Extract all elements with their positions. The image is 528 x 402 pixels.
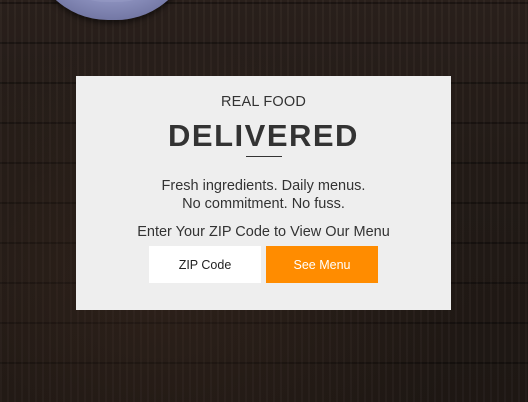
hero-card: REAL FOOD DELIVERED Fresh ingredients. D… [76, 76, 451, 310]
zip-form: See Menu [149, 246, 378, 283]
headline: DELIVERED [168, 118, 359, 153]
headline-divider [245, 156, 282, 157]
plate-image [30, 0, 194, 20]
tagline-line-1: Fresh ingredients. Daily menus. [161, 178, 366, 194]
see-menu-button[interactable]: See Menu [266, 246, 378, 283]
tagline: Fresh ingredients. Daily menus. No commi… [76, 177, 451, 213]
zip-code-input[interactable] [149, 246, 261, 283]
tagline-line-2: No commitment. No fuss. [182, 196, 345, 212]
plate-rim [46, 0, 178, 2]
eyebrow-text: REAL FOOD [220, 94, 307, 110]
zip-prompt: Enter Your ZIP Code to View Our Menu [137, 224, 390, 240]
